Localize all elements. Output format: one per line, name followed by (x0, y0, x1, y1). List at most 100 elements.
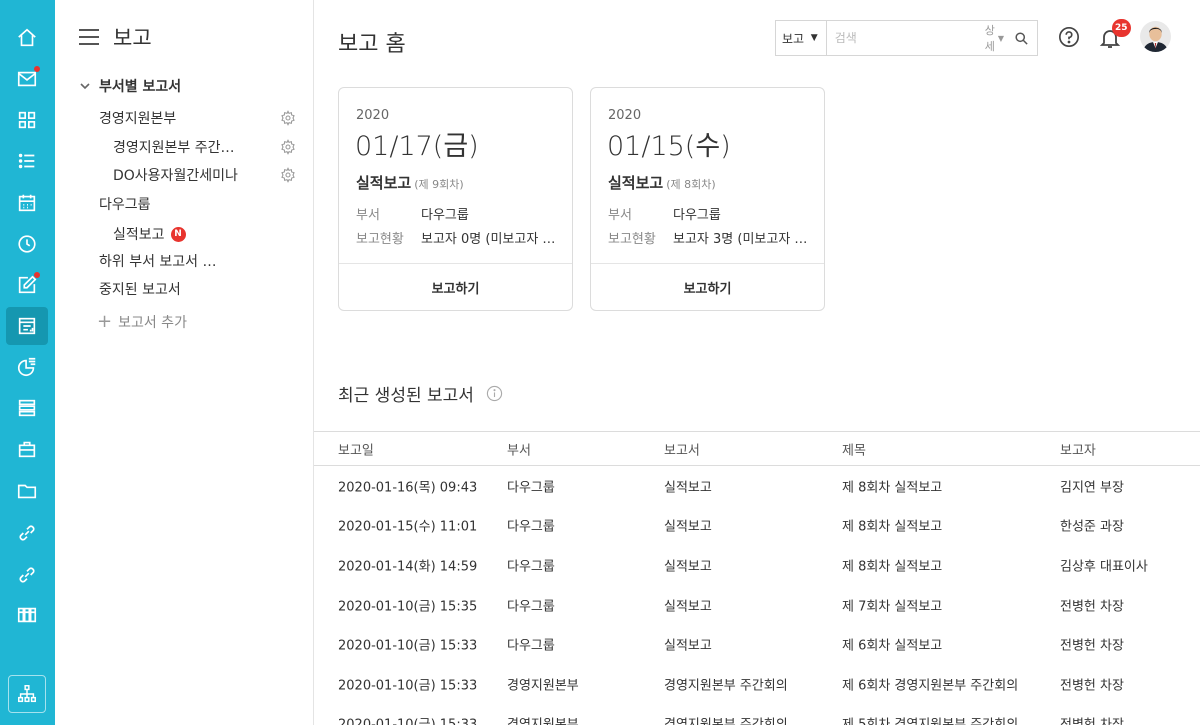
detail-label: 상세 (984, 24, 995, 53)
submit-report-button[interactable]: 보고하기 (339, 263, 572, 310)
table-cell: 다우그룹 (507, 480, 555, 496)
table-cell: 실적보고 (664, 559, 712, 575)
card-status-row: 보고현황 보고자 0명 (미보고자 … (356, 228, 566, 247)
gear-icon[interactable] (280, 110, 296, 126)
table-cell: 제 8회차 실적보고 (842, 480, 943, 496)
table-cell: 다우그룹 (507, 519, 555, 535)
table-cell: 2020-01-10(금) 15:33 (338, 678, 478, 694)
card-status-row: 보고현황 보고자 3명 (미보고자 … (608, 228, 818, 247)
table-cell: 제 6회차 실적보고 (842, 638, 943, 654)
list-icon[interactable] (6, 142, 48, 180)
calendar-icon[interactable] (6, 184, 48, 222)
search-scope-value: 보고 (782, 31, 805, 46)
table-cell: 실적보고 (664, 599, 712, 615)
gear-icon[interactable] (280, 167, 296, 183)
folder-icon[interactable] (6, 472, 48, 510)
table-row[interactable]: 2020-01-10(금) 15:33 다우그룹 실적보고 제 6회차 실적보고 전병헌… (314, 624, 1200, 664)
dropdown-arrow-icon: ▼ (810, 33, 818, 43)
sidebar-item-label: 중지된 보고서 (99, 282, 181, 298)
table-cell: 2020-01-16(목) 09:43 (338, 480, 478, 496)
sidebar-header: 보고 (79, 22, 152, 52)
table-row[interactable]: 2020-01-15(수) 11:01 다우그룹 실적보고 제 8회차 실적보고 한성준… (314, 506, 1200, 546)
stack-icon[interactable] (6, 389, 48, 427)
column-header[interactable]: 보고일 (338, 439, 374, 458)
help-icon[interactable] (1058, 26, 1080, 48)
sidebar-item-do-seminar[interactable]: DO사용자월간세미나 (113, 165, 314, 185)
clock-icon[interactable] (6, 225, 48, 263)
table-row[interactable]: 2020-01-16(목) 09:43 다우그룹 실적보고 제 8회차 실적보고 김지연… (314, 466, 1200, 506)
home-icon[interactable] (6, 19, 48, 57)
table-cell: 제 7회차 실적보고 (842, 599, 943, 615)
org-chart-icon[interactable] (8, 675, 46, 713)
sidebar-item-label: DO사용자월간세미나 (113, 168, 238, 184)
sidebar-item-weekly-meeting[interactable]: 경영지원본부 주간… (113, 137, 314, 157)
table-cell: 제 5회차 경영지원본부 주간회의 (842, 714, 1018, 725)
card-round: (제 9회차) (414, 178, 464, 191)
dept-reports-section[interactable]: 부서별 보고서 (79, 76, 181, 96)
link-alt-icon[interactable] (6, 556, 48, 594)
table-cell: 전병헌 차장 (1060, 599, 1124, 615)
column-header[interactable]: 보고자 (1060, 439, 1096, 458)
search-scope-select[interactable]: 보고 ▼ (776, 21, 827, 55)
column-header[interactable]: 보고서 (664, 439, 700, 458)
report-card: 2020 01/17(금) 실적보고 (제 9회차) 부서 다우그룹 보고현황 보… (338, 87, 573, 311)
add-report-label: 보고서 추가 (118, 314, 187, 331)
table-cell: 전병헌 차장 (1060, 714, 1124, 725)
card-dept-value: 다우그룹 (673, 208, 721, 223)
column-header[interactable]: 부서 (507, 439, 531, 458)
sidebar-item-daou-group[interactable]: 다우그룹 (99, 194, 151, 214)
report-icon[interactable] (6, 307, 48, 345)
table-row[interactable]: 2020-01-14(화) 14:59 다우그룹 실적보고 제 8회차 실적보고 김상후… (314, 545, 1200, 585)
card-year: 2020 (608, 108, 642, 123)
search-input[interactable] (826, 21, 985, 55)
edit-icon[interactable] (6, 266, 48, 304)
add-report-button[interactable]: + 보고서 추가 (97, 311, 187, 332)
table-cell: 한성준 과장 (1060, 519, 1124, 535)
avatar[interactable] (1140, 21, 1171, 52)
table-cell: 전병헌 차장 (1060, 678, 1124, 694)
sidebar-item-performance-report[interactable]: 실적보고 N (113, 224, 186, 244)
column-header[interactable]: 제목 (842, 439, 866, 458)
report-sidebar: 보고 부서별 보고서 경영지원본부 경영지원본부 주간… DO사용자월간세미나 … (55, 0, 314, 725)
table-cell: 2020-01-14(화) 14:59 (338, 559, 478, 575)
table-row[interactable]: 2020-01-10(금) 15:33 경영지원본부 경영지원본부 주간회의 제 5회… (314, 704, 1200, 725)
table-header: 보고일 부서 보고서 제목 보고자 (314, 431, 1200, 466)
sidebar-item-label: 경영지원본부 (99, 111, 177, 127)
submit-report-button[interactable]: 보고하기 (591, 263, 824, 310)
survey-icon[interactable] (6, 348, 48, 386)
table-cell: 김상후 대표이사 (1060, 559, 1148, 575)
page-title: 보고 홈 (338, 32, 406, 57)
info-icon[interactable] (486, 385, 503, 402)
new-badge: N (170, 226, 186, 242)
card-year: 2020 (356, 108, 390, 123)
card-name-text: 실적보고 (356, 174, 412, 192)
card-report-name: 실적보고 (제 9회차) (356, 172, 464, 193)
briefcase-icon[interactable] (6, 430, 48, 468)
sidebar-item-management-hq[interactable]: 경영지원본부 (99, 108, 314, 128)
link-icon[interactable] (6, 514, 48, 552)
section-label: 부서별 보고서 (99, 79, 182, 95)
columns-icon[interactable] (6, 596, 48, 634)
search-icon[interactable] (1014, 27, 1029, 49)
table-cell: 경영지원본부 (507, 678, 579, 694)
table-cell: 다우그룹 (507, 638, 555, 654)
table-row[interactable]: 2020-01-10(금) 15:33 경영지원본부 경영지원본부 주간회의 제 6회… (314, 664, 1200, 704)
card-date: 01/15(수) (607, 131, 731, 162)
sidebar-item-sub-dept-reports[interactable]: 하위 부서 보고서 … (99, 251, 217, 271)
apps-icon[interactable] (6, 101, 48, 139)
table-cell: 실적보고 (664, 519, 712, 535)
card-status-value: 보고자 3명 (미보고자 … (673, 232, 808, 247)
sidebar-item-stopped-reports[interactable]: 중지된 보고서 (99, 279, 181, 299)
hamburger-menu-icon[interactable] (79, 29, 99, 45)
table-row[interactable]: 2020-01-10(금) 15:35 다우그룹 실적보고 제 7회차 실적보고 전병헌… (314, 585, 1200, 625)
table-cell: 실적보고 (664, 638, 712, 654)
chevron-down-icon (80, 83, 90, 90)
sidebar-item-label: 하위 부서 보고서 … (99, 254, 217, 270)
detail-search-toggle[interactable]: 상세 ▼ (985, 22, 1004, 54)
mail-icon[interactable] (6, 60, 48, 98)
table-cell: 2020-01-10(금) 15:33 (338, 714, 477, 725)
gear-icon[interactable] (280, 139, 296, 155)
table-cell: 실적보고 (664, 480, 712, 496)
table-cell: 김지연 부장 (1060, 480, 1124, 496)
recent-title-text: 최근 생성된 보고서 (338, 386, 474, 406)
